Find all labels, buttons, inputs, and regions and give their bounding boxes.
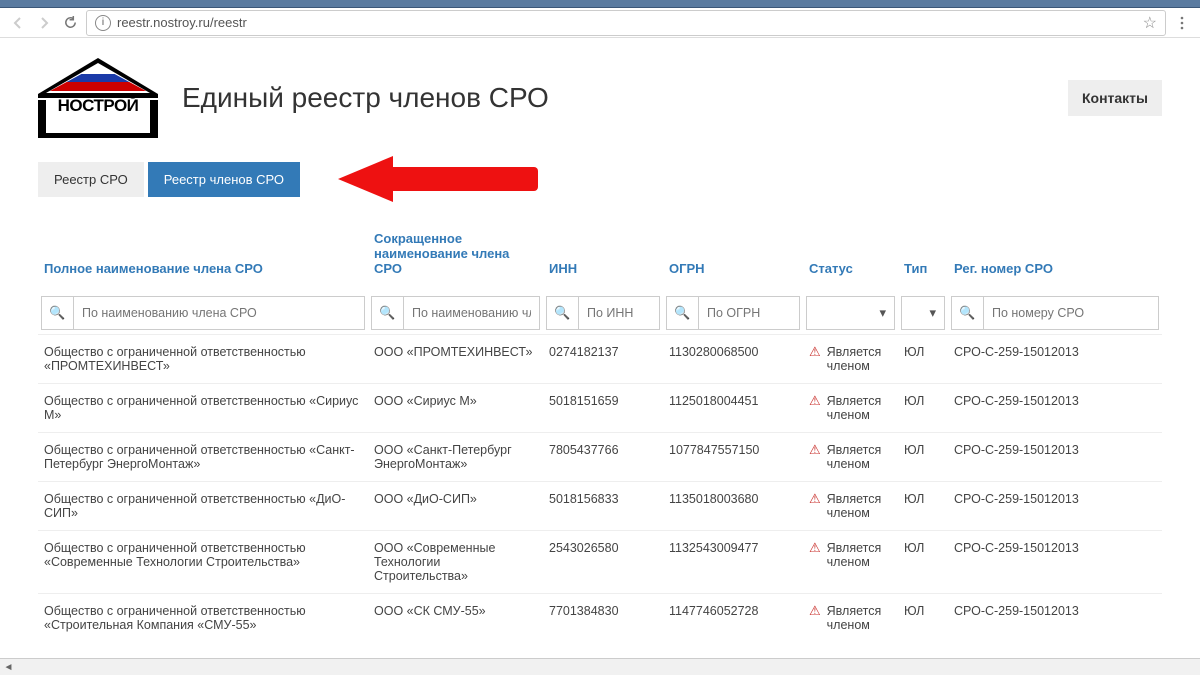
menu-button[interactable] [1172, 13, 1192, 33]
cell-reg-num: СРО-С-259-15012013 [948, 482, 1162, 531]
cell-short-name: ООО «СК СМУ-55» [368, 594, 543, 643]
cell-short-name: ООО «ПРОМТЕХИНВЕСТ» [368, 335, 543, 384]
nostroy-logo: НОСТРОЙ [38, 58, 158, 138]
cell-status: Является членом [827, 604, 892, 632]
search-icon[interactable]: 🔍 [41, 296, 73, 330]
filter-ogrn[interactable] [698, 296, 800, 330]
site-info-icon[interactable]: i [95, 15, 111, 31]
filter-reg-num[interactable] [983, 296, 1159, 330]
search-icon[interactable]: 🔍 [371, 296, 403, 330]
tab-bar: Реестр СРО Реестр членов СРО [38, 162, 1162, 197]
cell-reg-num: СРО-С-259-15012013 [948, 335, 1162, 384]
cell-ogrn: 1147746052728 [663, 594, 803, 643]
logo-text: НОСТРОЙ [48, 96, 148, 116]
table-row[interactable]: Общество с ограниченной ответственностью… [38, 594, 1162, 643]
cell-type: ЮЛ [898, 335, 948, 384]
col-full-name[interactable]: Полное наименование члена СРО [38, 225, 368, 292]
cell-reg-num: СРО-С-259-15012013 [948, 531, 1162, 594]
cell-status: Является членом [827, 345, 892, 373]
filter-status-select[interactable] [806, 296, 895, 330]
cell-type: ЮЛ [898, 384, 948, 433]
cell-inn: 5018156833 [543, 482, 663, 531]
cell-reg-num: СРО-С-259-15012013 [948, 433, 1162, 482]
warning-icon: ⚠ [809, 541, 821, 554]
cell-full-name: Общество с ограниченной ответственностью… [38, 482, 368, 531]
filter-type-select[interactable] [901, 296, 945, 330]
cell-ogrn: 1130280068500 [663, 335, 803, 384]
cell-inn: 0274182137 [543, 335, 663, 384]
cell-status: Является членом [827, 541, 892, 569]
warning-icon: ⚠ [809, 443, 821, 456]
warning-icon: ⚠ [809, 394, 821, 407]
cell-type: ЮЛ [898, 594, 948, 643]
cell-inn: 5018151659 [543, 384, 663, 433]
search-icon[interactable]: 🔍 [546, 296, 578, 330]
annotation-arrow [338, 156, 538, 202]
cell-ogrn: 1125018004451 [663, 384, 803, 433]
url-text: reestr.nostroy.ru/reestr [117, 15, 247, 30]
cell-reg-num: СРО-С-259-15012013 [948, 594, 1162, 643]
warning-icon: ⚠ [809, 345, 821, 358]
members-table: Полное наименование члена СРО Сокращенно… [38, 225, 1162, 642]
cell-reg-num: СРО-С-259-15012013 [948, 384, 1162, 433]
table-row[interactable]: Общество с ограниченной ответственностью… [38, 384, 1162, 433]
col-short-name[interactable]: Сокращенное наименование члена СРО [368, 225, 543, 292]
search-icon[interactable]: 🔍 [951, 296, 983, 330]
cell-short-name: ООО «Санкт-Петербург ЭнергоМонтаж» [368, 433, 543, 482]
cell-type: ЮЛ [898, 482, 948, 531]
filter-full-name[interactable] [73, 296, 365, 330]
scroll-left-button[interactable]: ◄ [0, 659, 17, 675]
bookmark-star-icon[interactable]: ☆ [1143, 13, 1157, 33]
cell-short-name: ООО «Сириус М» [368, 384, 543, 433]
warning-icon: ⚠ [809, 604, 821, 617]
cell-full-name: Общество с ограниченной ответственностью… [38, 384, 368, 433]
address-bar[interactable]: i reestr.nostroy.ru/reestr ☆ [86, 10, 1166, 36]
contacts-button[interactable]: Контакты [1068, 80, 1162, 116]
search-icon[interactable]: 🔍 [666, 296, 698, 330]
browser-toolbar: i reestr.nostroy.ru/reestr ☆ [0, 8, 1200, 38]
col-status[interactable]: Статус [803, 225, 898, 292]
cell-inn: 2543026580 [543, 531, 663, 594]
filter-short-name[interactable] [403, 296, 540, 330]
cell-status: Является членом [827, 443, 892, 471]
cell-status: Является членом [827, 492, 892, 520]
horizontal-scrollbar[interactable]: ◄ [0, 658, 1200, 675]
page-title: Единый реестр членов СРО [182, 82, 549, 114]
col-reg-num[interactable]: Рег. номер СРО [948, 225, 1162, 292]
cell-full-name: Общество с ограниченной ответственностью… [38, 433, 368, 482]
col-inn[interactable]: ИНН [543, 225, 663, 292]
cell-inn: 7701384830 [543, 594, 663, 643]
tab-reestr-chlenov-sro[interactable]: Реестр членов СРО [148, 162, 300, 197]
table-row[interactable]: Общество с ограниченной ответственностью… [38, 433, 1162, 482]
cell-type: ЮЛ [898, 433, 948, 482]
cell-ogrn: 1077847557150 [663, 433, 803, 482]
window-tab-strip [0, 0, 1200, 8]
page-content: НОСТРОЙ Единый реестр членов СРО Контакт… [0, 38, 1200, 662]
cell-full-name: Общество с ограниченной ответственностью… [38, 594, 368, 643]
tab-reestr-sro[interactable]: Реестр СРО [38, 162, 144, 197]
back-button[interactable] [8, 13, 28, 33]
cell-ogrn: 1135018003680 [663, 482, 803, 531]
cell-full-name: Общество с ограниченной ответственностью… [38, 531, 368, 594]
forward-button[interactable] [34, 13, 54, 33]
cell-ogrn: 1132543009477 [663, 531, 803, 594]
cell-short-name: ООО «Современные Технологии Строительств… [368, 531, 543, 594]
reload-button[interactable] [60, 13, 80, 33]
cell-full-name: Общество с ограниченной ответственностью… [38, 335, 368, 384]
cell-inn: 7805437766 [543, 433, 663, 482]
col-ogrn[interactable]: ОГРН [663, 225, 803, 292]
table-row[interactable]: Общество с ограниченной ответственностью… [38, 531, 1162, 594]
table-row[interactable]: Общество с ограниченной ответственностью… [38, 335, 1162, 384]
cell-status: Является членом [827, 394, 892, 422]
filter-inn[interactable] [578, 296, 660, 330]
cell-short-name: ООО «ДиО-СИП» [368, 482, 543, 531]
warning-icon: ⚠ [809, 492, 821, 505]
table-row[interactable]: Общество с ограниченной ответственностью… [38, 482, 1162, 531]
col-type[interactable]: Тип [898, 225, 948, 292]
cell-type: ЮЛ [898, 531, 948, 594]
